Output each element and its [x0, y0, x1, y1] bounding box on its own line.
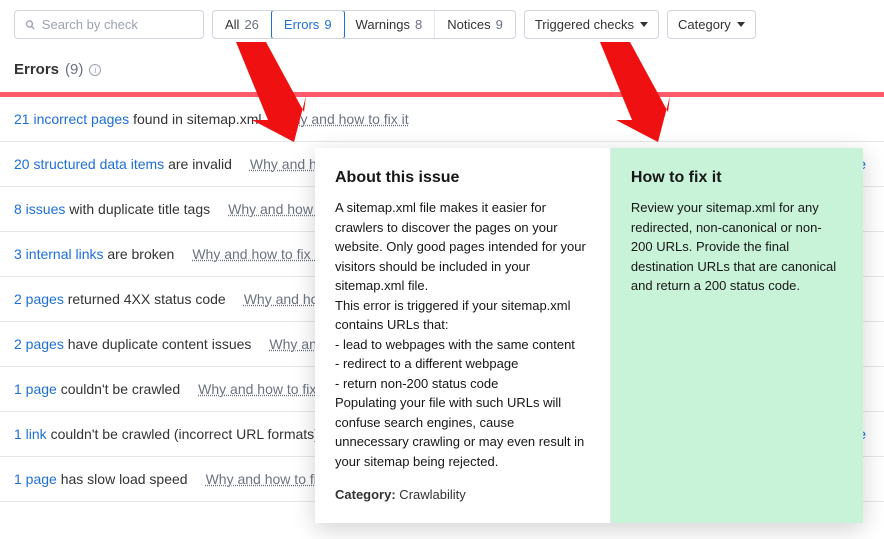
list-item: 21 incorrect pages found in sitemap.xml …: [0, 97, 884, 142]
chevron-down-icon: [640, 22, 648, 27]
toolbar: All 26 Errors 9 Warnings 8 Notices 9 Tri…: [0, 0, 884, 49]
fix-body: Review your sitemap.xml for any redirect…: [631, 198, 843, 296]
category-value: Crawlability: [396, 487, 466, 502]
section-title: Errors: [14, 61, 59, 78]
issue-link[interactable]: 1 page: [14, 471, 57, 487]
issue-text: couldn't be crawled: [57, 381, 180, 397]
tab-all-label: All: [225, 17, 239, 32]
issue-text: couldn't be crawled (incorrect URL forma…: [47, 426, 319, 442]
tab-notices-count: 9: [496, 17, 503, 32]
issue-link[interactable]: 8 issues: [14, 201, 65, 217]
tab-all[interactable]: All 26: [213, 11, 272, 38]
tab-warnings-count: 8: [415, 17, 422, 32]
fix-title: How to fix it: [631, 166, 843, 190]
issue-link[interactable]: 2 pages: [14, 291, 64, 307]
annotation-arrow-icon: [216, 42, 306, 142]
tab-errors-count: 9: [324, 17, 331, 32]
info-icon[interactable]: i: [89, 64, 101, 76]
search-input[interactable]: [42, 17, 193, 32]
issue-text: are broken: [104, 246, 175, 262]
section-count: (9): [65, 61, 83, 78]
why-and-how-link[interactable]: Why and how to fix it: [198, 381, 327, 397]
issue-link[interactable]: 3 internal links: [14, 246, 104, 262]
issue-link[interactable]: 21 incorrect pages: [14, 111, 129, 127]
why-and-how-link[interactable]: Why and how to fix it: [192, 246, 321, 262]
issue-text: are invalid: [164, 156, 232, 172]
triggered-checks-dropdown[interactable]: Triggered checks: [524, 10, 659, 39]
section-header: Errors (9) i: [0, 49, 884, 78]
chevron-down-icon: [737, 22, 745, 27]
annotation-arrow-icon: [580, 42, 670, 142]
issue-text: has slow load speed: [57, 471, 188, 487]
issue-link[interactable]: 2 pages: [14, 336, 64, 352]
issue-link[interactable]: 20 structured data items: [14, 156, 164, 172]
tooltip-fix-panel: How to fix it Review your sitemap.xml fo…: [611, 148, 863, 523]
issue-tooltip: About this issue A sitemap.xml file make…: [315, 148, 863, 523]
category-label: Category:: [335, 487, 396, 502]
tab-errors-label: Errors: [284, 17, 319, 32]
issue-text: have duplicate content issues: [64, 336, 252, 352]
category-dropdown[interactable]: Category: [667, 10, 756, 39]
category-dropdown-label: Category: [678, 17, 731, 32]
issue-text: with duplicate title tags: [65, 201, 210, 217]
filter-tabs: All 26 Errors 9 Warnings 8 Notices 9: [212, 10, 516, 39]
about-body: A sitemap.xml file makes it easier for c…: [335, 198, 590, 471]
search-input-wrap[interactable]: [14, 10, 204, 39]
about-title: About this issue: [335, 166, 590, 190]
issue-text: returned 4XX status code: [64, 291, 226, 307]
category-line: Category: Crawlability: [335, 485, 590, 505]
triggered-checks-label: Triggered checks: [535, 17, 634, 32]
tab-errors[interactable]: Errors 9: [271, 10, 345, 39]
tab-warnings[interactable]: Warnings 8: [344, 11, 436, 38]
tab-notices-label: Notices: [447, 17, 490, 32]
tooltip-about-panel: About this issue A sitemap.xml file make…: [315, 148, 611, 523]
issue-link[interactable]: 1 page: [14, 381, 57, 397]
tab-all-count: 26: [244, 17, 258, 32]
issue-link[interactable]: 1 link: [14, 426, 47, 442]
search-icon: [25, 19, 36, 31]
tab-notices[interactable]: Notices 9: [435, 11, 515, 38]
tab-warnings-label: Warnings: [356, 17, 410, 32]
